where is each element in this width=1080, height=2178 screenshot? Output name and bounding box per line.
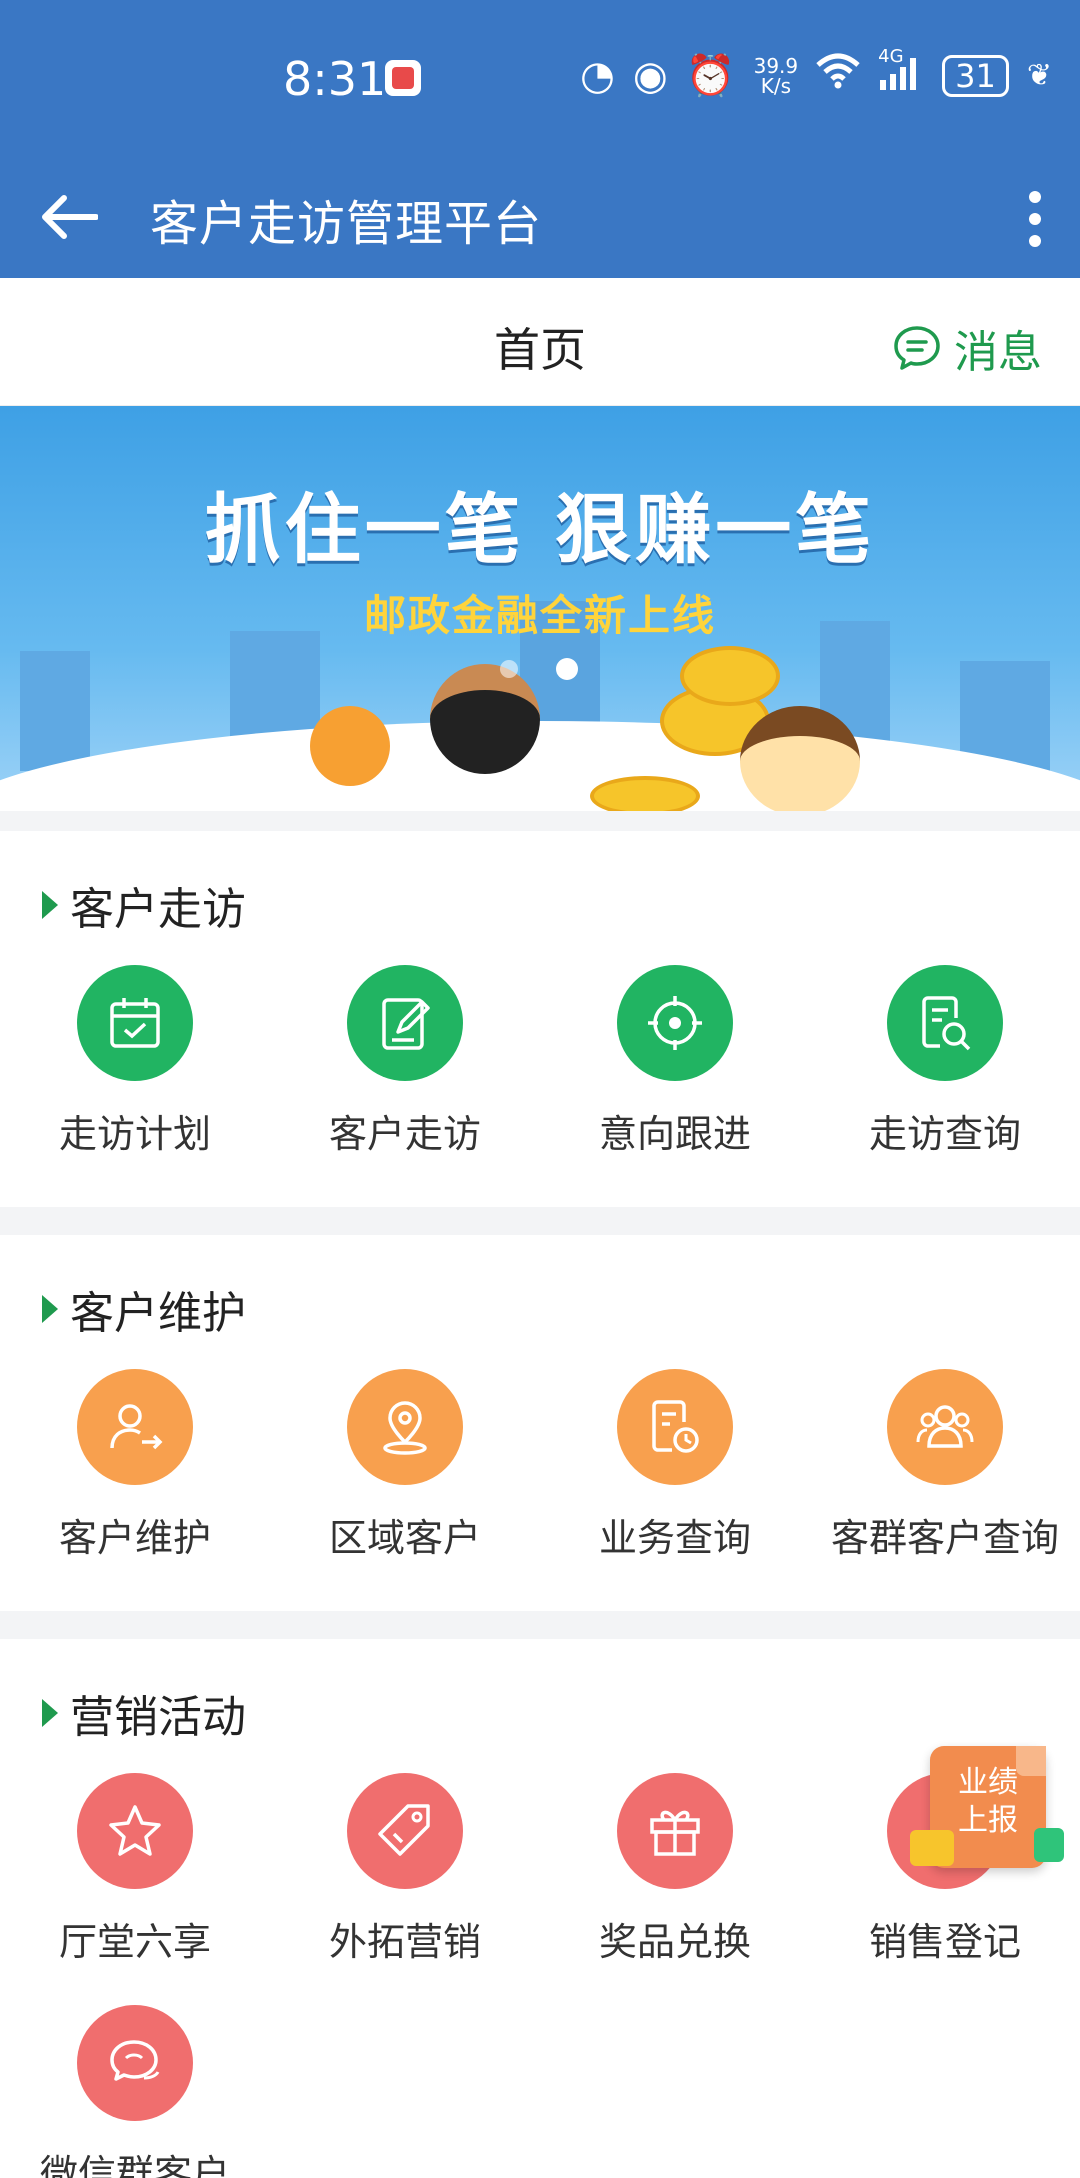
section-marker-icon: [42, 1699, 58, 1727]
menu-item-area-customers[interactable]: 区域客户: [270, 1369, 540, 1601]
group-icon: [887, 1369, 1003, 1485]
notification-icon: [385, 60, 421, 96]
promo-banner[interactable]: 抓住一笔 狠赚一笔 邮政金融全新上线: [0, 406, 1080, 811]
menu-item-customer-visit[interactable]: 客户走访: [270, 965, 540, 1197]
chat-bubbles-icon: [77, 2005, 193, 2121]
section-header: 客户维护: [0, 1269, 1080, 1349]
carousel-dot[interactable]: [500, 660, 518, 678]
app-title: 客户走访管理平台: [150, 196, 543, 252]
menu-item-group-customer-query[interactable]: 客群客户查询: [810, 1369, 1080, 1601]
character-illustration: [740, 706, 860, 811]
menu-item-label: 走访查询: [868, 1112, 1021, 1156]
calendar-check-icon: [77, 965, 193, 1081]
section-marker-icon: [42, 891, 58, 919]
more-menu-icon[interactable]: [990, 191, 1080, 247]
coin-icon: [910, 1830, 954, 1866]
menu-item-business-query[interactable]: 业务查询: [540, 1369, 810, 1601]
section-header: 客户走访: [0, 865, 1080, 945]
eye-icon: ◉: [632, 52, 668, 99]
alarm-icon: ⏰: [685, 53, 736, 99]
menu-item-label: 奖品兑换: [598, 1920, 751, 1964]
status-icons: ◔ ◉ ⏰ 39.9 K/s 4G 31 ❦: [579, 46, 1052, 99]
coin-illustration: [680, 646, 780, 706]
tag-icon: [347, 1773, 463, 1889]
character-illustration: [430, 664, 540, 774]
app-bar: 客户走访管理平台: [0, 160, 1080, 278]
banner-subtitle: 邮政金融全新上线: [363, 591, 716, 640]
edit-note-icon: [347, 965, 463, 1081]
badge-icon: [1034, 1828, 1064, 1862]
menu-item-label: 客户维护: [58, 1516, 211, 1560]
menu-item-wechat-group-customers[interactable]: 微信群客户: [0, 2005, 270, 2178]
menu-item-label: 业务查询: [598, 1516, 751, 1560]
status-time: 8:31: [283, 52, 387, 106]
back-arrow-icon[interactable]: [0, 185, 150, 253]
section-marketing: 营销活动 厅堂六享 外拓营销 奖品兑换 销售登记 微信群客户: [0, 1639, 1080, 2178]
menu-grid: 客户维护 区域客户 业务查询 客群客户查询: [0, 1349, 1080, 1611]
menu-item-label: 厅堂六享: [58, 1920, 211, 1964]
signal-icon: 4G: [878, 46, 924, 97]
document-clock-icon: [617, 1369, 733, 1485]
section-header: 营销活动: [0, 1673, 1080, 1753]
coin-illustration: [590, 776, 700, 811]
section-title: 营销活动: [70, 1692, 246, 1743]
document-search-icon: [887, 965, 1003, 1081]
menu-item-hall-six-benefits[interactable]: 厅堂六享: [0, 1773, 270, 2005]
menu-item-outreach-marketing[interactable]: 外拓营销: [270, 1773, 540, 2005]
menu-item-customer-maintenance[interactable]: 客户维护: [0, 1369, 270, 1601]
status-bar: 8:31 ◔ ◉ ⏰ 39.9 K/s 4G 31 ❦: [0, 0, 1080, 160]
menu-item-label: 外拓营销: [328, 1920, 481, 1964]
menu-item-visit-plan[interactable]: 走访计划: [0, 965, 270, 1197]
location-pin-icon: [347, 1369, 463, 1485]
menu-item-label: 客户走访: [328, 1112, 481, 1156]
menu-item-visit-query[interactable]: 走访查询: [810, 965, 1080, 1197]
menu-item-label: 意向跟进: [598, 1112, 751, 1156]
menu-item-label: 销售登记: [868, 1920, 1021, 1964]
menu-grid: 走访计划 客户走访 意向跟进 走访查询: [0, 945, 1080, 1207]
character-illustration: [310, 706, 390, 786]
section-customer-visit: 客户走访 走访计划 客户走访 意向跟进 走访查询: [0, 831, 1080, 1207]
wifi-icon: [816, 53, 860, 99]
menu-item-label: 走访计划: [58, 1112, 211, 1156]
gift-icon: [617, 1773, 733, 1889]
float-button-label-line1: 业绩: [958, 1765, 1018, 1800]
star-icon: [77, 1773, 193, 1889]
section-customer-maintenance: 客户维护 客户维护 区域客户 业务查询 客群客户查询: [0, 1235, 1080, 1611]
top-bar: 8:31 ◔ ◉ ⏰ 39.9 K/s 4G 31 ❦ 客户走访管理平台: [0, 0, 1080, 278]
menu-grid: 厅堂六享 外拓营销 奖品兑换 销售登记 微信群客户: [0, 1753, 1080, 2178]
section-marker-icon: [42, 1295, 58, 1323]
menu-item-label: 区域客户: [328, 1516, 481, 1560]
menu-item-label: 微信群客户: [39, 2152, 230, 2178]
messages-button[interactable]: 消息: [892, 316, 1042, 380]
target-icon: [617, 965, 733, 1081]
user-transfer-icon: [77, 1369, 193, 1485]
banner-headline: 抓住一笔 狠赚一笔: [204, 485, 876, 574]
menu-item-intent-follow[interactable]: 意向跟进: [540, 965, 810, 1197]
data-saver-icon: ◔: [579, 52, 615, 99]
net-speed: 39.9 K/s: [753, 53, 799, 98]
carousel-dot-active[interactable]: [556, 658, 578, 680]
menu-item-label: 客群客户查询: [830, 1516, 1059, 1560]
messages-label: 消息: [954, 327, 1042, 378]
section-title: 客户维护: [70, 1288, 246, 1339]
menu-item-prize-exchange[interactable]: 奖品兑换: [540, 1773, 810, 2005]
chat-icon: [894, 326, 940, 370]
leaf-icon: ❦: [1026, 58, 1052, 93]
page-header: 首页 消息: [0, 278, 1080, 406]
battery-indicator: 31: [942, 54, 1009, 97]
section-title: 客户走访: [70, 884, 246, 935]
performance-report-float-button[interactable]: 业绩 上报: [910, 1746, 1064, 1868]
